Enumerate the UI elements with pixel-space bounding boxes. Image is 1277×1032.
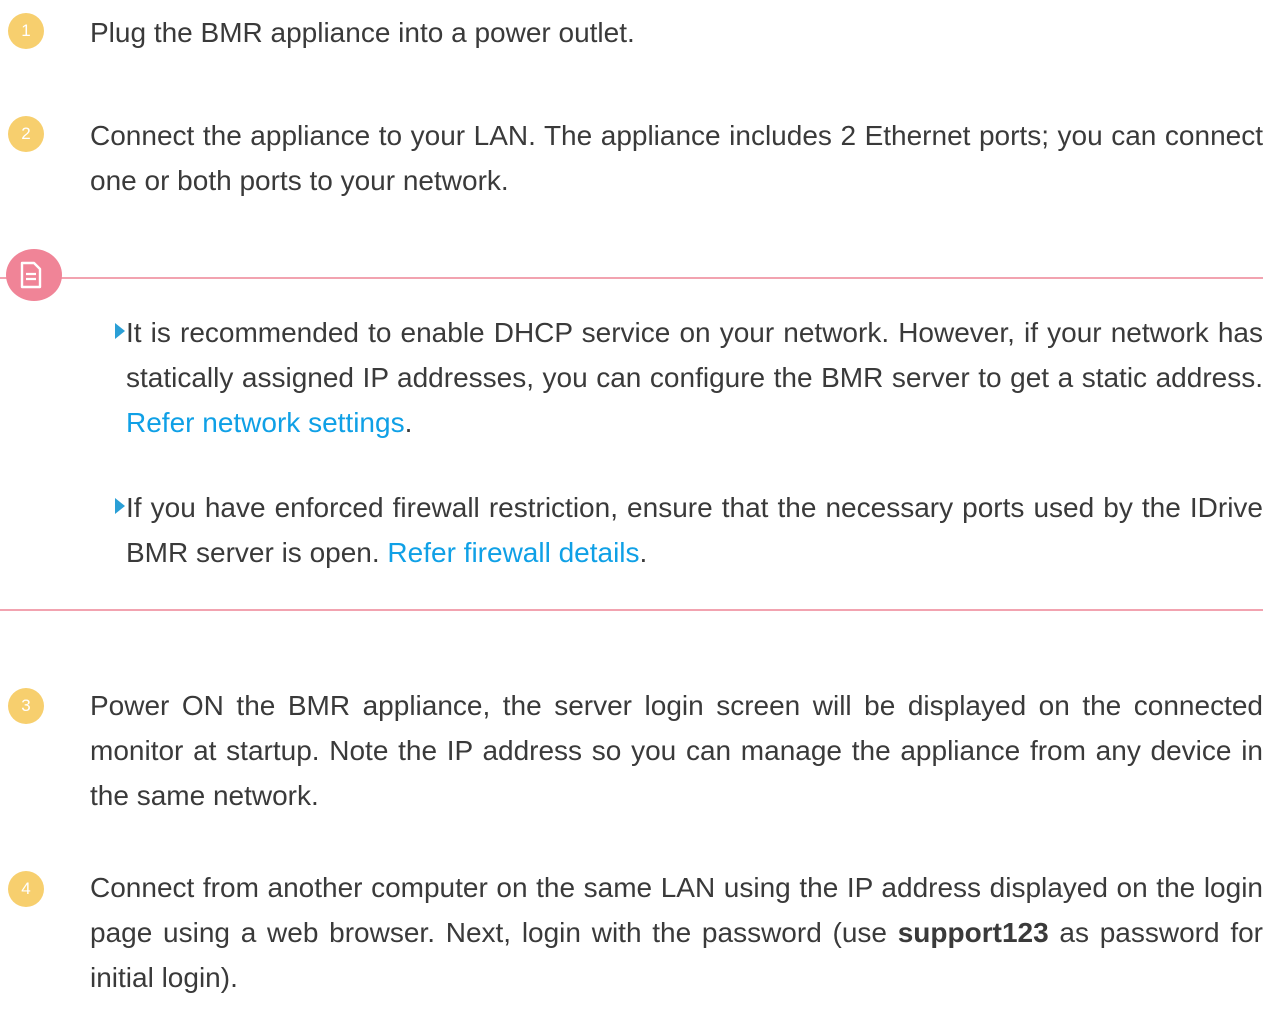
bullet-arrow-icon — [115, 323, 125, 339]
note-bullet: It is recommended to enable DHCP service… — [115, 310, 1263, 445]
step-number-badge: 2 — [8, 116, 44, 152]
note-top-divider — [0, 277, 1263, 279]
bullet-punctuation: . — [404, 407, 413, 438]
note-bullet: If you have enforced firewall restrictio… — [115, 485, 1263, 575]
network-settings-link[interactable]: Refer network settings — [126, 407, 405, 438]
bullet-arrow-icon — [115, 498, 125, 514]
bullet-text: If you have enforced firewall restrictio… — [126, 492, 1263, 568]
firewall-details-link[interactable]: Refer firewall details — [387, 537, 639, 568]
note-badge — [6, 249, 62, 301]
step-text: Connect from another computer on the sam… — [90, 872, 1263, 993]
note-bottom-divider — [0, 609, 1263, 611]
step-text: Power ON the BMR appliance, the server l… — [90, 690, 1263, 811]
step-text: Connect the appliance to your LAN. The a… — [90, 120, 1263, 196]
bullet-text: It is recommended to enable DHCP service… — [126, 317, 1263, 393]
bullet-punctuation: . — [639, 537, 648, 568]
step-number-badge: 1 — [8, 13, 44, 49]
document-icon — [20, 261, 42, 289]
step-text: Plug the BMR appliance into a power outl… — [90, 17, 635, 48]
step-number-badge: 4 — [8, 871, 44, 907]
step-number-badge: 3 — [8, 688, 44, 724]
default-password: support123 — [897, 917, 1049, 948]
